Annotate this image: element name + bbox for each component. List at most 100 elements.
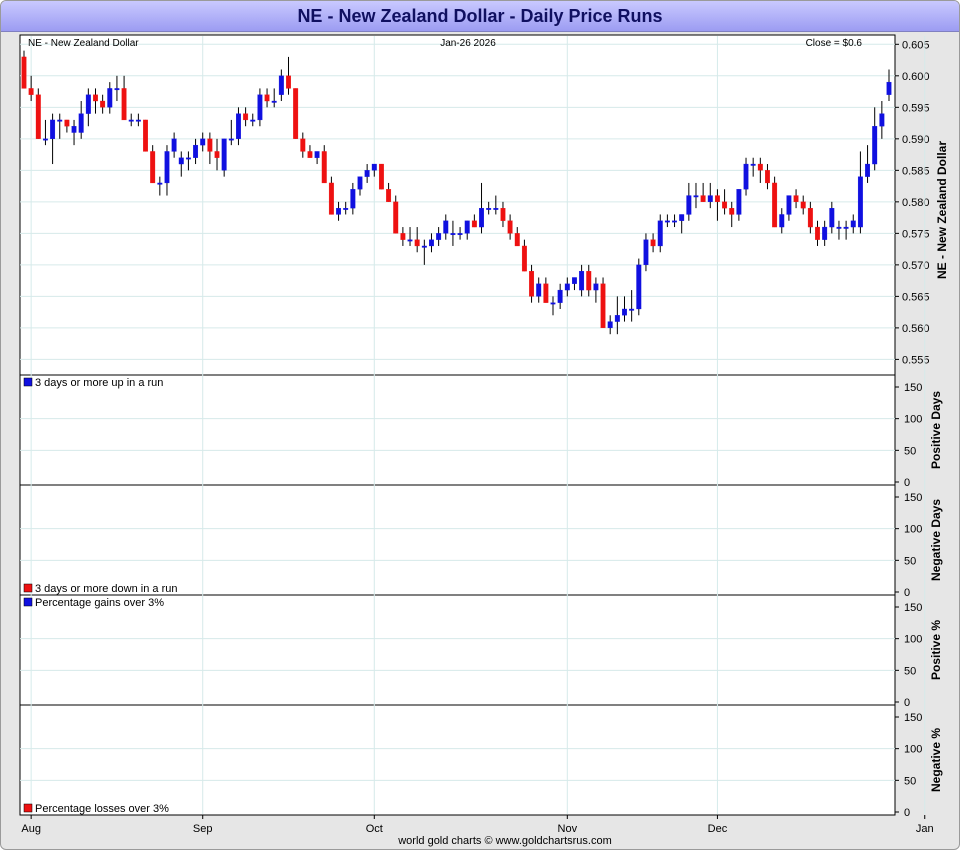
panel-tick-label: 150 — [904, 712, 922, 724]
panel-tick-label: 0 — [904, 587, 910, 599]
panel-tick-label: 100 — [904, 524, 922, 536]
candle-body — [736, 189, 742, 215]
price-tick-label: 0.600 — [902, 71, 930, 83]
x-tick-label: Aug — [21, 823, 41, 835]
panel-1 — [19, 374, 896, 486]
candle-body — [386, 189, 392, 202]
candle-body — [807, 208, 813, 228]
panel-tick-label: 100 — [904, 634, 922, 646]
footer-credit: world gold charts © www.goldchartsrus.co… — [397, 835, 612, 847]
candle-body — [543, 283, 549, 303]
candle-body — [214, 151, 220, 158]
candle-body — [143, 119, 148, 152]
candle-body — [50, 119, 56, 139]
candle-body — [529, 271, 535, 297]
candle-body — [250, 119, 256, 122]
candle-body — [486, 208, 492, 210]
candle-body — [357, 176, 363, 190]
candle-body — [64, 119, 70, 127]
candle-body — [121, 88, 127, 121]
candle-body — [664, 220, 670, 223]
candle-body — [421, 245, 427, 248]
candle-body — [829, 208, 835, 228]
candle-body — [457, 233, 463, 236]
candle-body — [822, 226, 828, 240]
panel-3 — [19, 594, 896, 706]
price-tick-label: 0.570 — [902, 260, 930, 272]
candle-body — [643, 239, 649, 266]
candle-body — [750, 163, 756, 166]
legend-swatch — [23, 583, 33, 593]
candle-body — [443, 220, 449, 234]
candle-body — [236, 113, 241, 139]
price-tick-label: 0.560 — [902, 323, 930, 335]
panel-tick-label: 150 — [904, 382, 922, 394]
candle-body — [657, 220, 663, 247]
candle-body — [336, 208, 341, 215]
candle-body — [35, 94, 41, 139]
candle-body — [364, 170, 370, 177]
header-center: Jan-26 2026 — [440, 38, 496, 49]
candle-body — [786, 195, 792, 215]
candle-body — [328, 182, 334, 215]
panel-axis-title: Negative Days — [929, 499, 943, 581]
candle-body — [622, 308, 627, 316]
candle-body — [400, 233, 406, 240]
candle-body — [572, 277, 577, 284]
header-left: NE - New Zealand Dollar — [28, 38, 139, 49]
legend-label: 3 days or more down in a run — [35, 583, 177, 595]
candle-body — [650, 239, 656, 247]
candle-body — [436, 233, 442, 240]
panel-tick-label: 0 — [904, 477, 910, 489]
candle-body — [243, 113, 249, 121]
candle-body — [307, 151, 313, 158]
candle-body — [271, 100, 277, 103]
panel-tick-label: 50 — [904, 665, 916, 677]
candle-body — [378, 163, 384, 190]
candle-body — [293, 88, 299, 139]
legend-swatch — [23, 377, 33, 387]
candle-body — [564, 283, 570, 291]
candle-body — [836, 226, 842, 229]
x-tick-label: Sep — [193, 823, 213, 835]
panel-axis-title: Positive % — [929, 620, 943, 680]
candle-body — [114, 88, 120, 91]
price-runs-chart: 0.605 0.600 0.595 0.590 0.585 0.580 0.575 0.570… — [19, 34, 949, 847]
candle-body — [93, 94, 98, 102]
candle-body — [135, 119, 141, 122]
candle-body — [815, 226, 820, 240]
price-tick-label: 0.555 — [902, 354, 930, 366]
candle-body — [164, 151, 170, 184]
candle-body — [629, 308, 635, 311]
candle-body — [772, 182, 778, 228]
price-tick-label: 0.590 — [902, 134, 930, 146]
candle-body — [21, 56, 27, 89]
candle-body — [157, 182, 163, 185]
candle-body — [765, 170, 770, 184]
x-tick-label: Oct — [366, 823, 383, 835]
panel-tick-label: 50 — [904, 555, 916, 567]
candle-body — [800, 201, 806, 209]
candle-body — [471, 220, 477, 228]
candle-body — [729, 208, 735, 215]
candle-body — [843, 226, 849, 229]
candle-body — [714, 195, 720, 202]
candle-body — [779, 214, 785, 228]
header-right: Close = $0.6 — [806, 38, 863, 49]
price-tick-label: 0.565 — [902, 291, 930, 303]
candle-body — [679, 214, 685, 221]
candle-body — [879, 113, 885, 127]
legend-label: Percentage gains over 3% — [35, 597, 164, 609]
candle-body — [407, 239, 413, 242]
x-tick-label: Dec — [708, 823, 728, 835]
candle-body — [200, 138, 206, 146]
price-tick-label: 0.605 — [902, 39, 930, 51]
candle-body — [300, 138, 306, 152]
candle-body — [600, 283, 606, 329]
candle-body — [707, 195, 713, 202]
candle-body — [343, 208, 349, 210]
candle-body — [700, 195, 706, 202]
price-tick-label: 0.575 — [902, 228, 930, 240]
candle-body — [28, 88, 34, 95]
candle-body — [371, 163, 377, 171]
